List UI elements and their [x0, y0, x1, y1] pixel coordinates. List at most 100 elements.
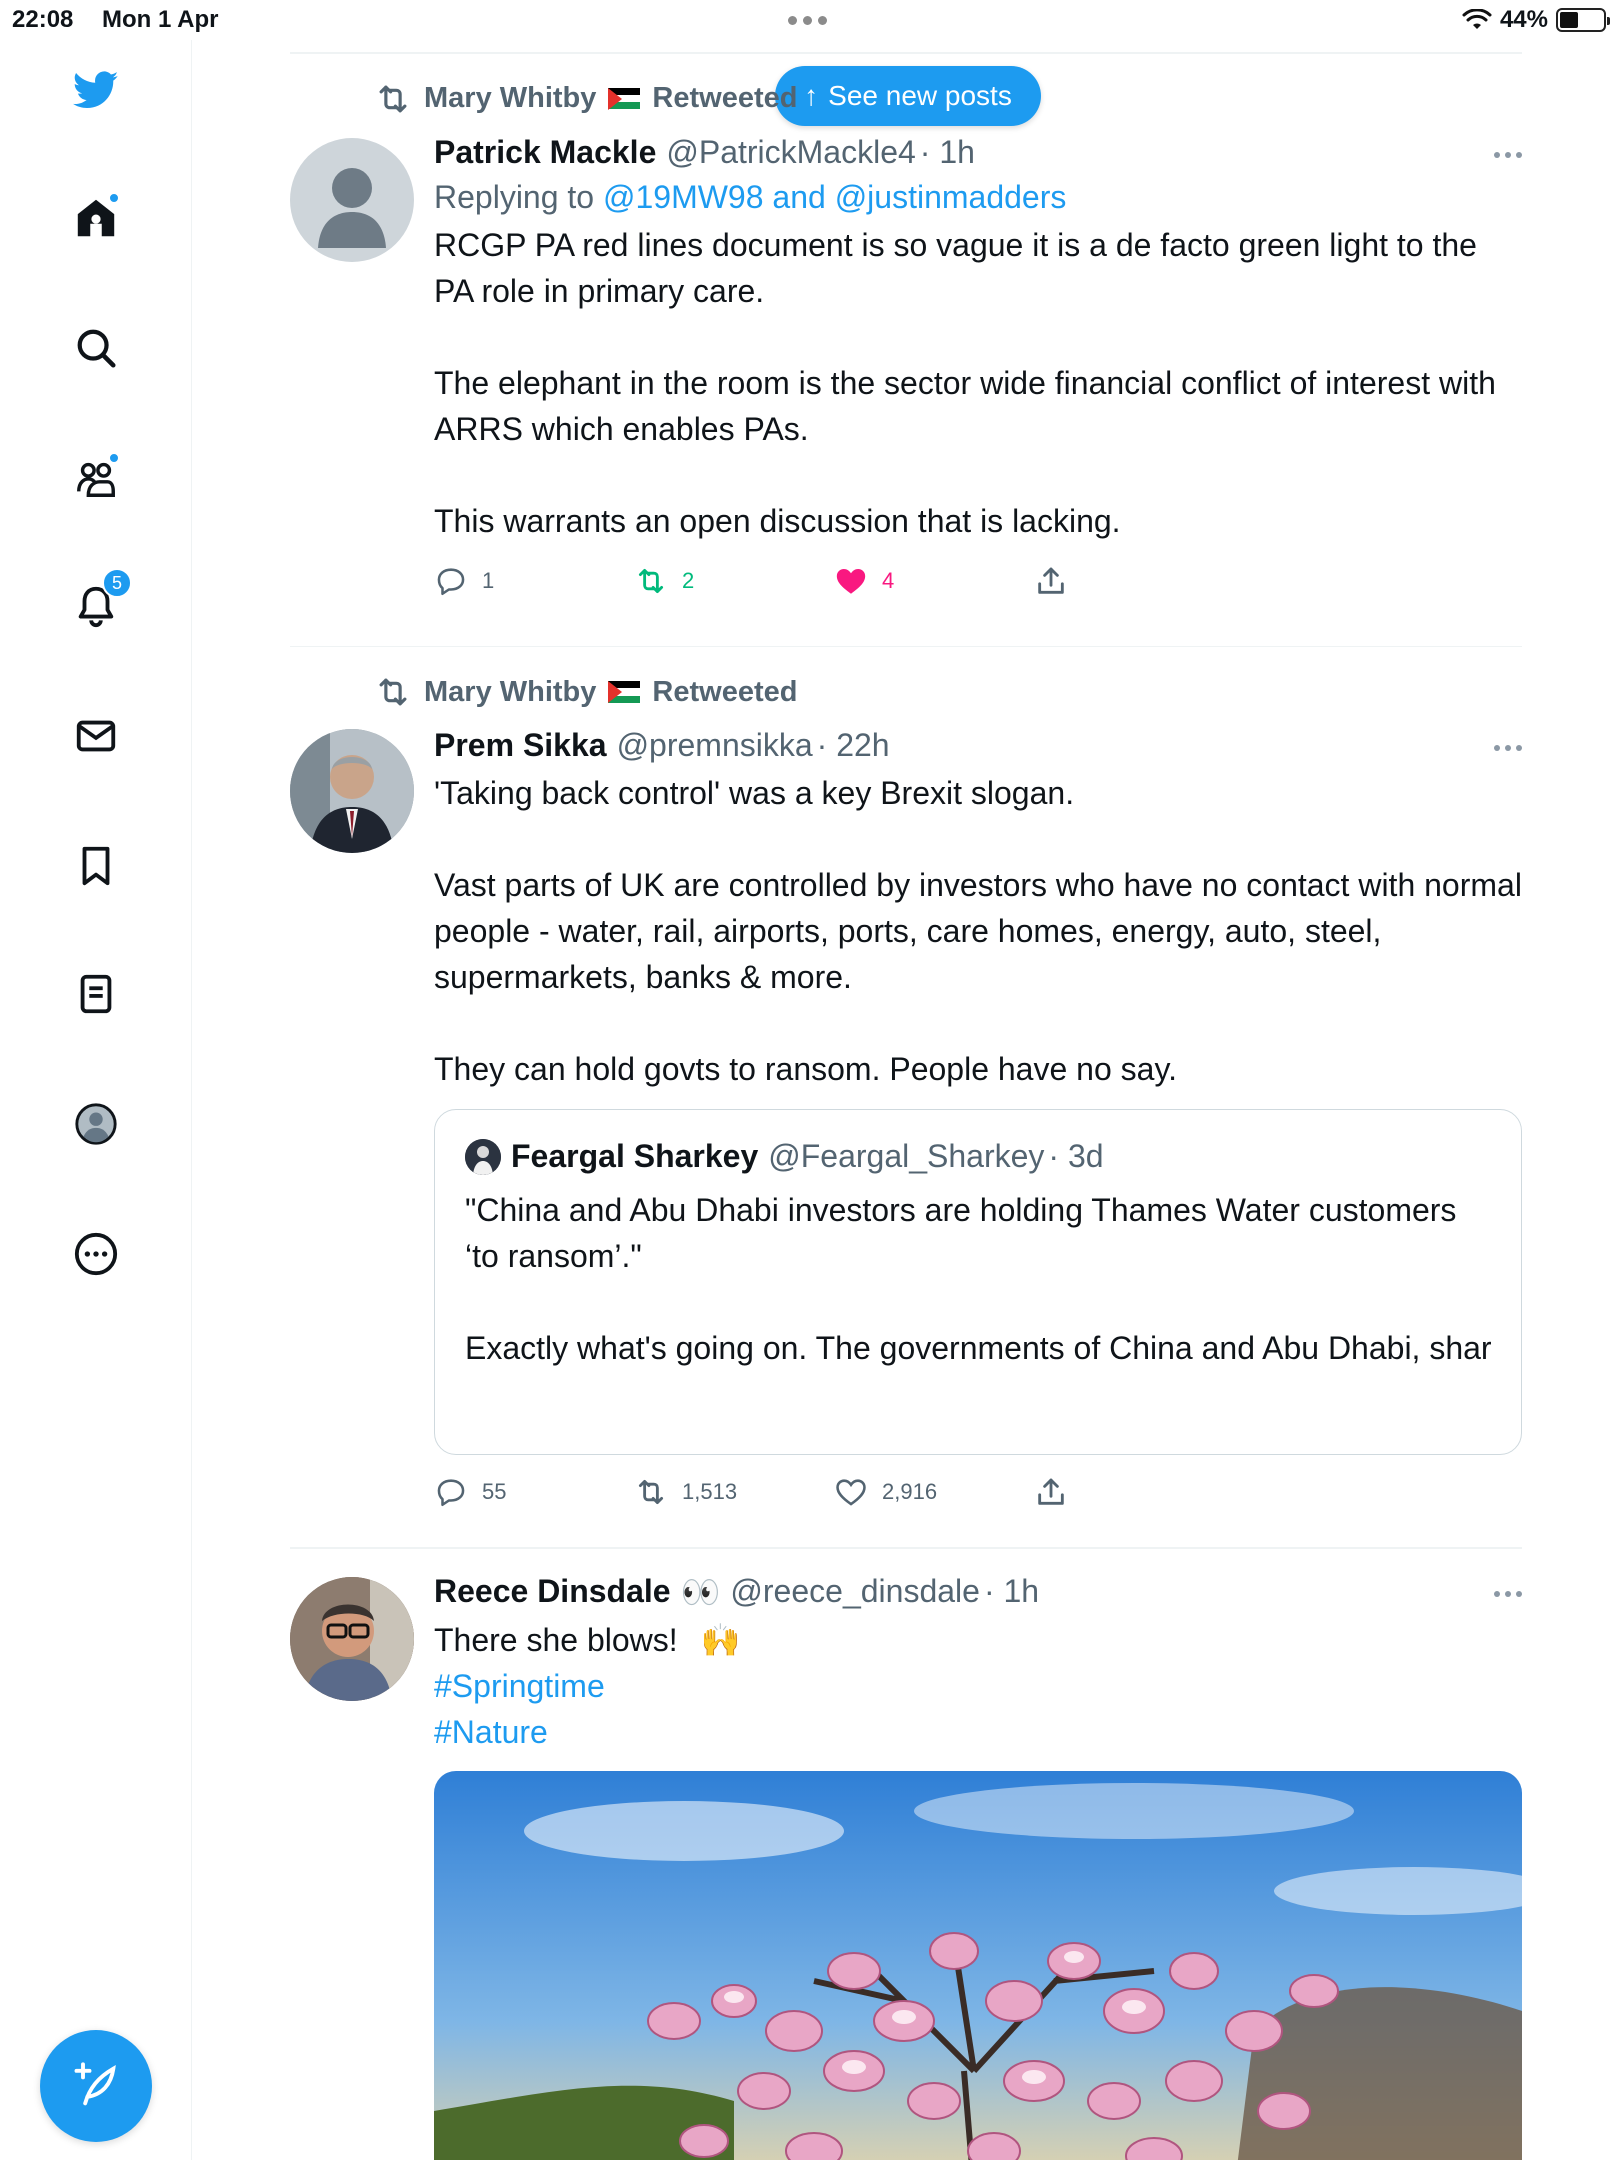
- retweet-count: 1,513: [682, 1479, 738, 1504]
- reply-icon: [437, 1479, 465, 1507]
- tweet-more-options-icon[interactable]: [1494, 151, 1522, 158]
- communities-icon[interactable]: [68, 450, 124, 506]
- tweet-text-line: RCGP PA red lines document is so vague i…: [434, 226, 1477, 309]
- quoted-text-line: [465, 1279, 1491, 1325]
- tweet-text: 'Taking back control' was a key Brexit s…: [434, 770, 1522, 1092]
- tweet-actions: 55 1,513 2,916: [434, 1475, 1234, 1509]
- like-button[interactable]: 2,916: [834, 1475, 1034, 1509]
- tweet-text: There she blows! 🙌 #Springtime #Nature: [434, 1617, 1522, 1755]
- avatar[interactable]: [290, 137, 414, 262]
- tweet-text-line: [434, 1000, 1522, 1046]
- reply-icon: [437, 567, 465, 595]
- twitter-logo-icon[interactable]: [68, 62, 124, 118]
- tweet-more-options-icon[interactable]: [1494, 1590, 1522, 1597]
- tweet-time: · 1h: [919, 133, 975, 170]
- author-name[interactable]: Prem Sikka: [434, 727, 607, 764]
- palestine-flag-icon: [608, 681, 641, 703]
- sidebar-nav: 5: [0, 40, 192, 2160]
- tweet-time: · 22h: [816, 727, 890, 763]
- like-count: 2,916: [882, 1479, 938, 1504]
- tweet-text-line: [434, 452, 1522, 498]
- tweet-more-options-icon[interactable]: [1494, 745, 1522, 751]
- retweeted-by-line: Mary Whitby Retweeted: [374, 80, 797, 118]
- quoted-text-line: Exactly what's going on. The governments…: [465, 1330, 1491, 1366]
- author-handle[interactable]: @PatrickMackle4: [666, 134, 915, 171]
- quoted-author-avatar: [465, 1138, 501, 1175]
- retweeter-name[interactable]: Mary Whitby: [424, 82, 596, 115]
- compose-tweet-button[interactable]: [40, 2030, 152, 2142]
- notification-count-badge: 5: [102, 568, 132, 598]
- quoted-author-name: Feargal Sharkey: [511, 1138, 759, 1174]
- tweet[interactable]: Mary Whitby Retweeted Patrick Mackle @Pa…: [290, 54, 1522, 646]
- tweet-photo-magnolia[interactable]: [434, 1770, 1522, 2160]
- replying-to-line: Replying to @19MW98 and @justinmadders: [434, 179, 1522, 216]
- retweet-count: 2: [682, 567, 695, 593]
- bookmarks-icon[interactable]: [68, 838, 124, 894]
- eyes-emoji: 👀: [680, 1573, 721, 1610]
- tweet-text-line: [434, 314, 1522, 360]
- timeline-feed: Mary Whitby Retweeted Patrick Mackle @Pa…: [290, 52, 1522, 2160]
- home-icon[interactable]: [68, 190, 124, 246]
- reply-count: 1: [482, 567, 495, 593]
- hashtag-link[interactable]: #Springtime: [434, 1663, 1522, 1709]
- palestine-flag-icon: [608, 87, 641, 110]
- quoted-text-line: "China and Abu Dhabi investors are holdi…: [465, 1192, 1457, 1274]
- share-button[interactable]: [1034, 1475, 1234, 1509]
- tweet[interactable]: Mary Whitby Retweeted Prem Sikka @premns…: [290, 647, 1522, 1547]
- tweet-text-line: [434, 816, 1522, 862]
- avatar[interactable]: [290, 729, 414, 853]
- tweet-text-line: They can hold govts to ransom. People ha…: [434, 1051, 1177, 1087]
- quoted-tweet-card[interactable]: Feargal Sharkey @Feargal_Sharkey · 3d "C…: [434, 1109, 1522, 1455]
- profile-avatar-icon[interactable]: [68, 1096, 124, 1152]
- retweet-label: Retweeted: [652, 82, 798, 114]
- retweet-icon: [379, 678, 407, 706]
- retweet-label: Retweeted: [652, 675, 798, 708]
- hashtag-link[interactable]: #Nature: [434, 1709, 1522, 1755]
- messages-envelope-icon[interactable]: [68, 708, 124, 764]
- reply-count: 55: [482, 1479, 507, 1504]
- search-icon[interactable]: [68, 320, 124, 376]
- retweet-button[interactable]: 1,513: [634, 1475, 834, 1509]
- notifications-bell-icon[interactable]: 5: [68, 568, 132, 634]
- author-name[interactable]: Patrick Mackle: [434, 134, 656, 171]
- tweet-text-line: This warrants an open discussion that is…: [434, 502, 1121, 539]
- multitasking-dots-icon[interactable]: [788, 16, 827, 25]
- author-handle[interactable]: @reece_dinsdale: [730, 1573, 980, 1610]
- share-icon: [1038, 567, 1064, 594]
- quoted-author-handle: @Feargal_Sharkey: [768, 1138, 1045, 1174]
- share-button[interactable]: [1034, 564, 1234, 598]
- communities-unread-dot: [108, 452, 120, 464]
- retweeted-by-line: Mary Whitby Retweeted: [374, 673, 797, 711]
- tweet-actions: 1 2 4: [434, 564, 1234, 598]
- tweet-text-line: The elephant in the room is the sector w…: [434, 364, 1496, 447]
- lists-icon[interactable]: [68, 966, 124, 1022]
- retweet-icon: [638, 1479, 664, 1505]
- tweet[interactable]: Reece Dinsdale 👀 @reece_dinsdale · 1h Th…: [290, 1549, 1522, 2160]
- reply-button[interactable]: 1: [434, 564, 634, 598]
- retweeter-name[interactable]: Mary Whitby: [424, 676, 596, 709]
- wifi-icon: [1462, 9, 1492, 29]
- replying-to-handles[interactable]: @19MW98 and @justinmadders: [603, 179, 1066, 215]
- tweet-text-line: 'Taking back control' was a key Brexit s…: [434, 775, 1075, 811]
- avatar[interactable]: [290, 1576, 414, 1701]
- reply-button[interactable]: 55: [434, 1475, 634, 1509]
- tweet-text-line: Vast parts of UK are controlled by inves…: [434, 867, 1522, 995]
- author-name[interactable]: Reece Dinsdale: [434, 1573, 671, 1610]
- home-unread-dot: [108, 192, 120, 204]
- more-options-icon[interactable]: [68, 1226, 124, 1282]
- battery-percentage: 44%: [1499, 6, 1548, 33]
- status-date: Mon 1 Apr: [102, 6, 219, 33]
- tweet-time: · 1h: [983, 1573, 1040, 1609]
- like-button[interactable]: 4: [834, 564, 1034, 598]
- heart-filled-icon: [836, 568, 866, 594]
- retweet-icon: [379, 85, 407, 112]
- battery-icon: [1556, 8, 1610, 32]
- retweet-button[interactable]: 2: [634, 564, 834, 598]
- retweet-icon: [638, 568, 664, 593]
- tweet-text-line: There she blows!: [434, 1621, 678, 1658]
- raised-hands-emoji: 🙌: [700, 1621, 741, 1658]
- share-icon: [1038, 1478, 1064, 1505]
- status-time: 22:08: [12, 6, 74, 33]
- author-handle[interactable]: @premnsikka: [617, 727, 813, 764]
- replying-prefix: Replying to: [434, 178, 595, 215]
